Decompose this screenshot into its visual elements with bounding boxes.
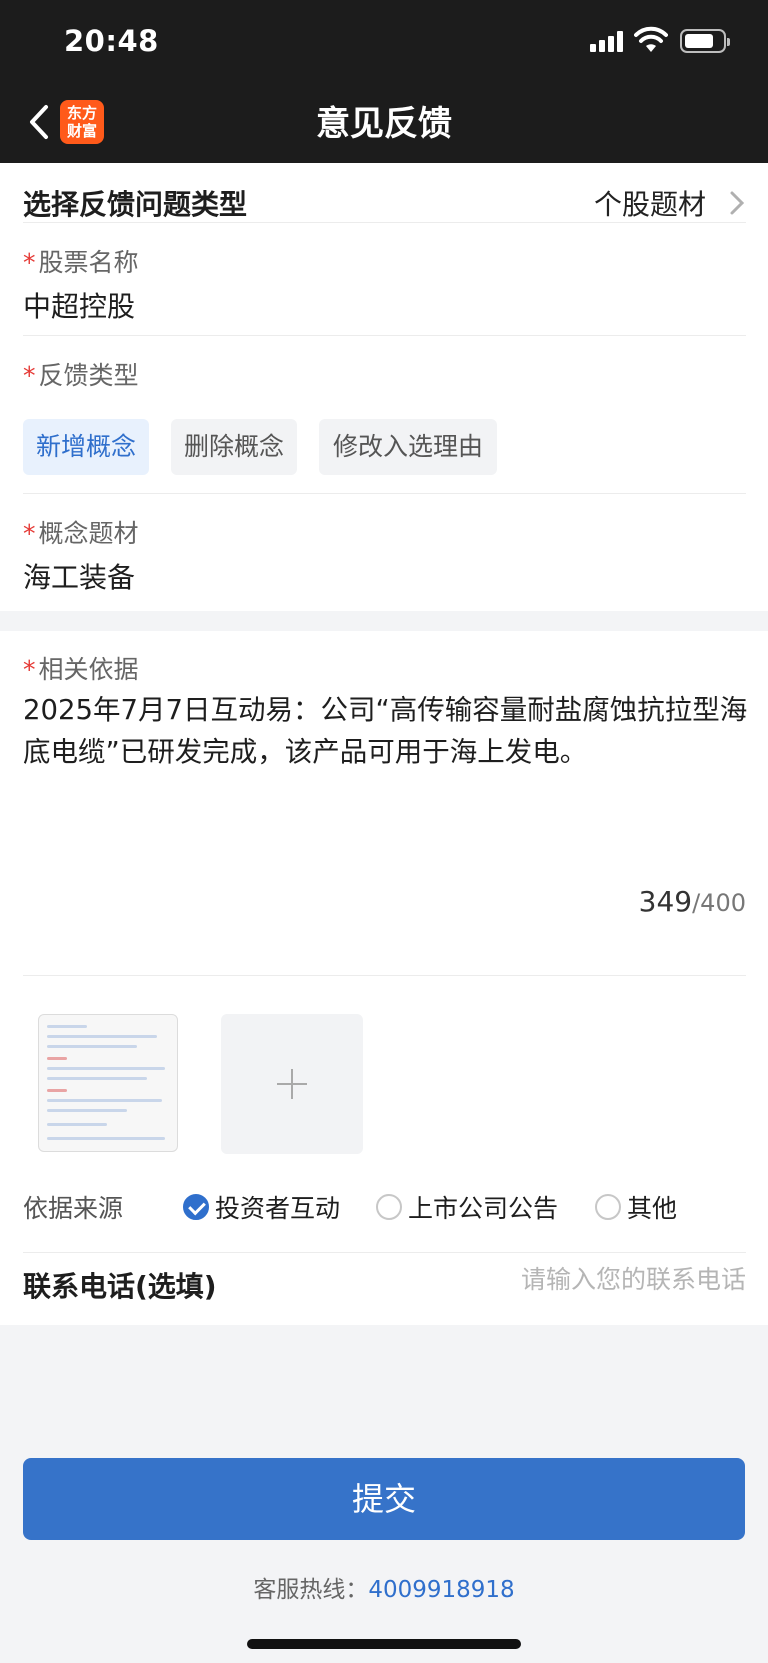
cellular-signal-icon	[590, 30, 626, 52]
chevron-right-icon[interactable]	[728, 189, 746, 217]
stock-name-label: * 股票名称	[23, 248, 139, 277]
char-counter: 349/400	[638, 885, 746, 918]
chip-add-concept[interactable]: 新增概念	[23, 419, 149, 475]
radio-other[interactable]	[595, 1194, 621, 1220]
stock-name-value[interactable]: 中超控股	[23, 285, 135, 325]
phone-label: 联系电话(选填)	[23, 1270, 217, 1303]
submit-button[interactable]: 提交	[23, 1458, 745, 1540]
divider	[23, 335, 746, 336]
hotline-number[interactable]: 4009918918	[368, 1577, 514, 1603]
home-indicator[interactable]	[247, 1639, 521, 1649]
divider	[23, 1252, 746, 1253]
top-bar: 20:48 东方 财富 意见反馈	[0, 0, 768, 163]
required-mark: *	[23, 248, 36, 277]
customer-service-hotline: 客服热线：4009918918	[0, 1570, 768, 1604]
source-label: 依据来源	[23, 1194, 124, 1223]
add-image-button[interactable]	[221, 1014, 363, 1154]
radio-other-label[interactable]: 其他	[627, 1189, 677, 1225]
required-mark: *	[23, 361, 36, 390]
wifi-icon	[634, 26, 668, 52]
hotline-label: 客服热线：	[253, 1577, 369, 1603]
issue-type-label: 选择反馈问题类型	[23, 188, 248, 221]
required-mark: *	[23, 519, 36, 548]
chip-delete-concept[interactable]: 删除概念	[171, 419, 297, 475]
concept-label: * 概念题材	[23, 519, 139, 548]
uploaded-image-thumbnail[interactable]	[38, 1014, 178, 1152]
basis-textarea[interactable]: 2025年7月7日互动易：公司“高传输容量耐盐腐蚀抗拉型海底电缆”已研发完成，该…	[23, 689, 751, 773]
battery-icon	[680, 29, 730, 53]
required-mark: *	[23, 655, 36, 684]
radio-investor-interaction-label[interactable]: 投资者互动	[215, 1189, 340, 1225]
page-title: 意见反馈	[316, 104, 452, 144]
feedback-form-top: 选择反馈问题类型 个股题材 * 股票名称 中超控股 * 反馈类型 新增概念 删除概念…	[0, 163, 768, 611]
radio-company-announcement[interactable]	[376, 1194, 402, 1220]
basis-label: * 相关依据	[23, 655, 139, 684]
feedback-type-label: * 反馈类型	[23, 361, 139, 390]
phone-input[interactable]	[446, 1265, 746, 1294]
divider	[23, 493, 746, 494]
radio-investor-interaction[interactable]	[183, 1194, 209, 1220]
divider	[23, 222, 746, 223]
chip-modify-reason[interactable]: 修改入选理由	[319, 419, 497, 475]
status-time: 20:48	[64, 24, 159, 58]
radio-company-announcement-label[interactable]: 上市公司公告	[408, 1189, 558, 1225]
feedback-form-bottom: * 相关依据 2025年7月7日互动易：公司“高传输容量耐盐腐蚀抗拉型海底电缆”已…	[0, 631, 768, 1325]
concept-value[interactable]: 海工装备	[23, 556, 135, 596]
divider	[23, 975, 746, 976]
issue-type-value[interactable]: 个股题材	[594, 183, 706, 223]
